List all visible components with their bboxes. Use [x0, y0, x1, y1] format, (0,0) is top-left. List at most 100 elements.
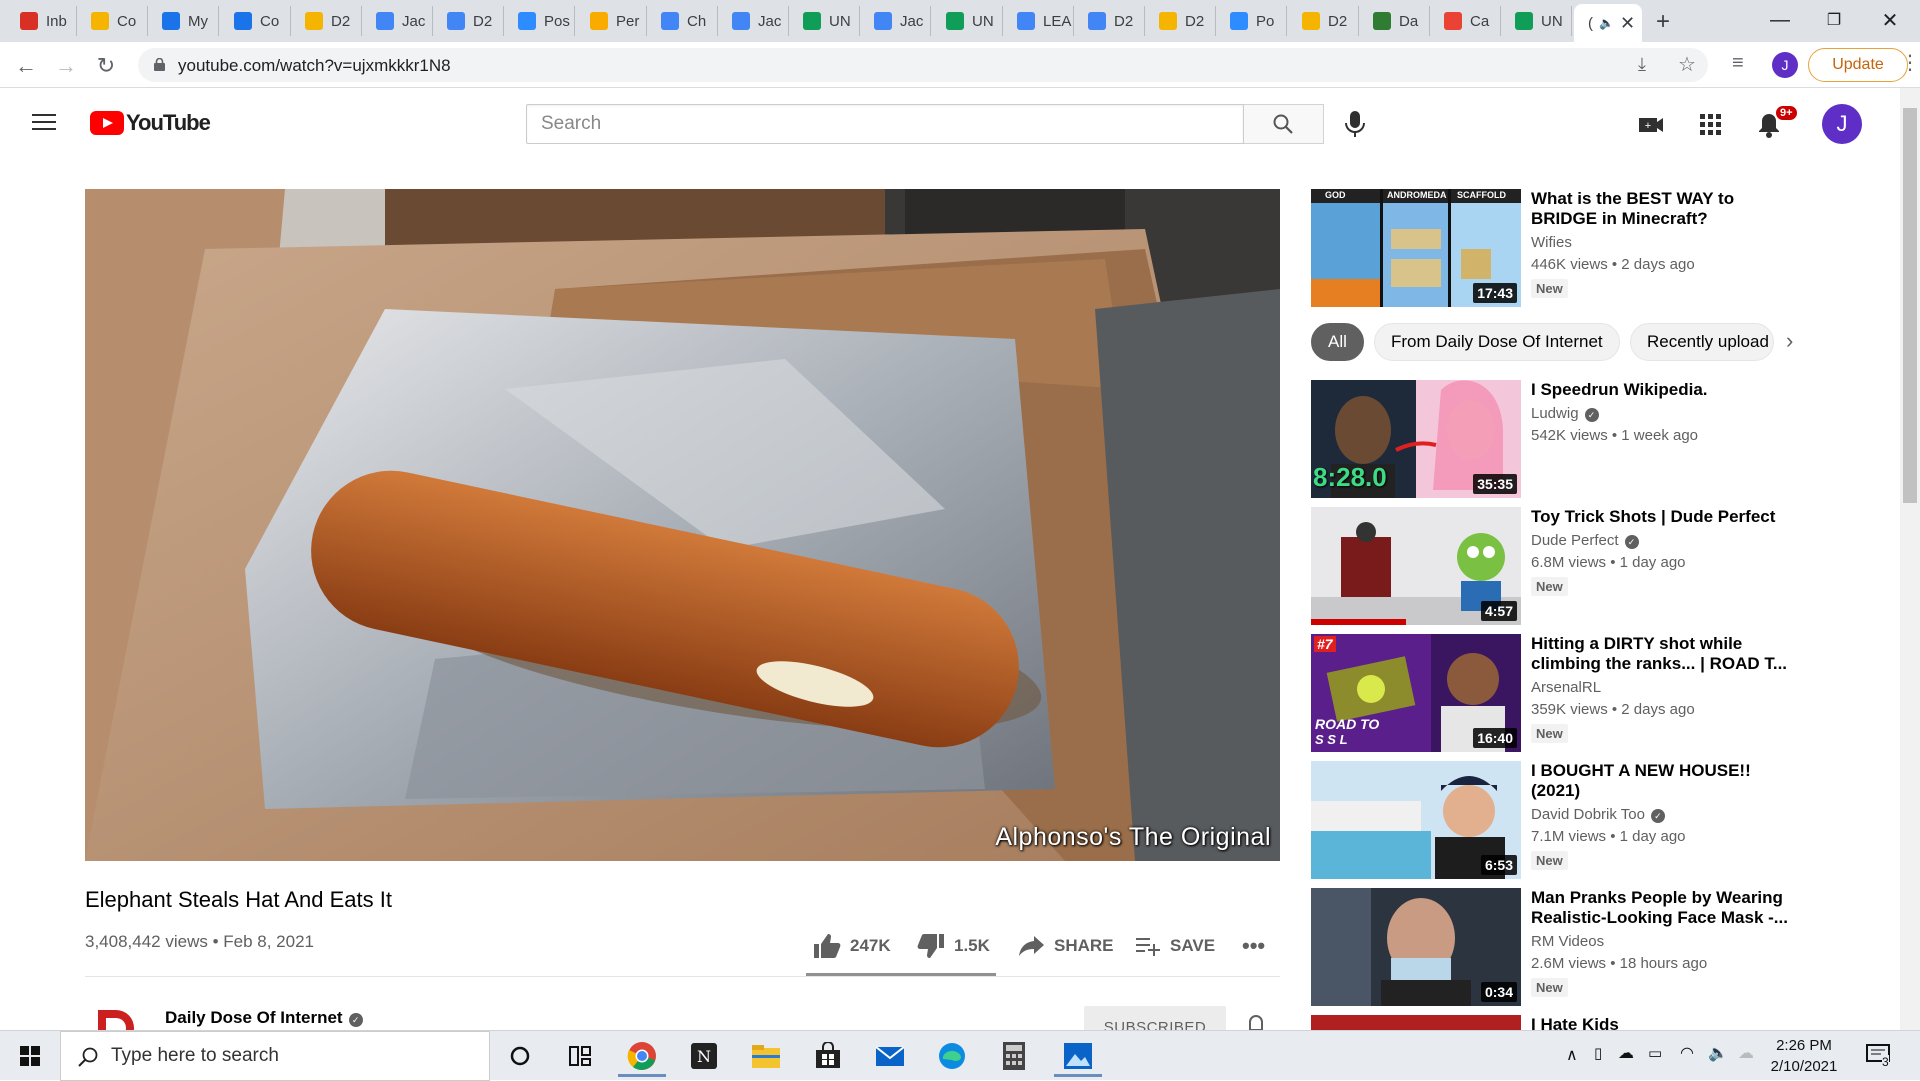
new-tab-icon[interactable]: + — [1656, 8, 1670, 36]
recommended-video-7[interactable]: I Hate Kids — [1311, 1015, 1851, 1030]
channel-name[interactable]: Ludwig ✓ — [1531, 405, 1599, 422]
tab-close-icon[interactable]: ✕ — [1620, 13, 1635, 34]
edge-icon[interactable] — [924, 1035, 980, 1077]
browser-tab[interactable]: D2 — [1074, 6, 1145, 36]
video-thumbnail[interactable]: #7 ROAD TO S S L 16:40 — [1311, 634, 1521, 752]
channel-name[interactable]: RM Videos — [1531, 933, 1604, 950]
microphone-icon[interactable] — [1340, 108, 1370, 140]
forward-icon[interactable]: → — [50, 50, 82, 82]
weather-cloud-icon[interactable]: ☁ — [1738, 1043, 1754, 1063]
search-input[interactable]: Search — [526, 104, 1244, 144]
browser-tab[interactable]: UN — [1501, 6, 1572, 36]
apps-grid-icon[interactable] — [1696, 110, 1726, 140]
browser-tab[interactable]: LEA — [1003, 6, 1074, 36]
more-actions-icon[interactable]: ••• — [1242, 930, 1265, 962]
create-video-icon[interactable]: + — [1636, 110, 1666, 140]
install-icon[interactable]: ⤓ — [1638, 54, 1646, 75]
menu-icon[interactable] — [32, 114, 56, 132]
video-title[interactable]: Man Pranks People by Wearing Realistic-L… — [1531, 888, 1789, 928]
chip-from-channel[interactable]: From Daily Dose Of Internet — [1374, 323, 1620, 361]
page-scrollbar[interactable] — [1900, 88, 1920, 1030]
chrome-menu-icon[interactable]: ⋮ — [1900, 50, 1920, 75]
channel-name[interactable]: Daily Dose Of Internet ✓ — [165, 1008, 363, 1028]
channel-name[interactable]: David Dobrik Too ✓ — [1531, 806, 1665, 823]
url-text[interactable]: youtube.com/watch?v=ujxmkkkr1N8 — [178, 56, 451, 76]
taskbar-clock[interactable]: 2:26 PM 2/10/2021 — [1764, 1035, 1844, 1077]
chevron-right-icon[interactable]: › — [1786, 328, 1793, 354]
recommended-video-6[interactable]: 0:34 Man Pranks People by Wearing Realis… — [1311, 888, 1851, 1006]
action-center-icon[interactable]: 3 — [1866, 1043, 1890, 1070]
cortana-icon[interactable] — [492, 1035, 548, 1077]
bookmark-star-icon[interactable]: ☆ — [1678, 52, 1696, 77]
video-thumbnail[interactable]: 6:53 — [1311, 761, 1521, 879]
scrollbar-thumb[interactable] — [1903, 108, 1917, 503]
chip-all[interactable]: All — [1311, 323, 1364, 361]
dislike-button[interactable]: 1.5K — [916, 930, 990, 962]
wifi-icon[interactable]: ◠ — [1680, 1043, 1694, 1063]
share-button[interactable]: SHARE — [1018, 930, 1114, 962]
browser-tab[interactable]: D2 — [433, 6, 504, 36]
chrome-taskbar-icon[interactable] — [614, 1035, 670, 1077]
show-hidden-icons-icon[interactable]: ∧ — [1566, 1045, 1578, 1065]
browser-tab-active[interactable]: ( 🔈 ✕ — [1574, 4, 1642, 42]
video-title[interactable]: I BOUGHT A NEW HOUSE!! (2021) — [1531, 761, 1789, 801]
video-title[interactable]: Toy Trick Shots | Dude Perfect — [1531, 507, 1789, 527]
browser-tab[interactable]: Jac — [718, 6, 789, 36]
file-explorer-icon[interactable] — [738, 1035, 794, 1077]
browser-tab[interactable]: Ca — [1430, 6, 1501, 36]
video-title[interactable]: I Speedrun Wikipedia. — [1531, 380, 1789, 400]
browser-tab[interactable]: Da — [1359, 6, 1430, 36]
recommended-video-3[interactable]: 4:57 Toy Trick Shots | Dude Perfect Dude… — [1311, 507, 1851, 625]
update-button[interactable]: Update — [1808, 48, 1908, 82]
browser-tab[interactable]: Jac — [860, 6, 931, 36]
recommended-video-2[interactable]: 8:28.0 35:35 I Speedrun Wikipedia. Ludwi… — [1311, 380, 1851, 498]
chip-recently-uploaded[interactable]: Recently upload — [1630, 323, 1774, 361]
minimize-icon[interactable]: — — [1750, 0, 1810, 40]
notion-taskbar-icon[interactable]: N — [676, 1035, 732, 1077]
channel-name[interactable]: Dude Perfect ✓ — [1531, 532, 1639, 549]
account-avatar[interactable]: J — [1822, 104, 1862, 144]
like-button[interactable]: 247K — [812, 930, 891, 962]
browser-tab[interactable]: Co — [77, 6, 148, 36]
browser-tab[interactable]: My — [148, 6, 219, 36]
subscribed-button[interactable]: SUBSCRIBED — [1084, 1006, 1226, 1030]
recommended-video-1[interactable]: GOD ANDROMEDA SCAFFOLD 17:43 What is the… — [1311, 189, 1851, 307]
notification-bell-icon[interactable] — [1244, 1014, 1268, 1030]
browser-tab[interactable]: D2 — [291, 6, 362, 36]
video-thumbnail[interactable]: 8:28.0 35:35 — [1311, 380, 1521, 498]
youtube-logo[interactable]: YouTube — [90, 110, 211, 136]
battery-icon[interactable]: ▭ — [1648, 1044, 1662, 1062]
back-icon[interactable]: ← — [10, 50, 42, 82]
video-thumbnail[interactable]: 4:57 — [1311, 507, 1521, 625]
video-title[interactable]: What is the BEST WAY to BRIDGE in Minecr… — [1531, 189, 1789, 229]
video-thumbnail[interactable]: 0:34 — [1311, 888, 1521, 1006]
video-title[interactable]: Hitting a DIRTY shot while climbing the … — [1531, 634, 1789, 674]
browser-tab[interactable]: Jac — [362, 6, 433, 36]
mail-icon[interactable] — [862, 1035, 918, 1077]
save-button[interactable]: SAVE — [1134, 930, 1215, 962]
browser-tab[interactable]: D2 — [1145, 6, 1216, 36]
browser-tab[interactable]: UN — [789, 6, 860, 36]
task-view-icon[interactable] — [552, 1035, 608, 1077]
media-queue-icon[interactable]: ≡ — [1732, 52, 1744, 75]
onedrive-cloud-icon[interactable]: ☁ — [1618, 1043, 1634, 1063]
browser-tab[interactable]: UN — [932, 6, 1003, 36]
video-player[interactable]: Alphonso's The Original — [85, 189, 1280, 861]
video-thumbnail[interactable]: GOD ANDROMEDA SCAFFOLD 17:43 — [1311, 189, 1521, 307]
search-button[interactable] — [1244, 104, 1324, 144]
reload-icon[interactable]: ↻ — [90, 50, 122, 82]
browser-tab[interactable]: Po — [1216, 6, 1287, 36]
device-icon[interactable]: ▯ — [1594, 1044, 1602, 1062]
lock-icon[interactable] — [154, 58, 165, 71]
restore-icon[interactable]: ❐ — [1804, 0, 1864, 40]
volume-icon[interactable]: 🔈 — [1708, 1043, 1728, 1063]
taskbar-search-box[interactable]: Type here to search — [60, 1031, 490, 1081]
browser-tab[interactable]: Per — [576, 6, 647, 36]
recommended-video-5[interactable]: 6:53 I BOUGHT A NEW HOUSE!! (2021) David… — [1311, 761, 1851, 879]
browser-tab[interactable]: D2 — [1288, 6, 1359, 36]
profile-avatar[interactable]: J — [1772, 52, 1798, 78]
browser-tab[interactable]: Pos — [504, 6, 575, 36]
channel-avatar[interactable] — [92, 1006, 140, 1030]
channel-name[interactable]: Wifies — [1531, 234, 1572, 251]
video-thumbnail[interactable] — [1311, 1015, 1521, 1030]
